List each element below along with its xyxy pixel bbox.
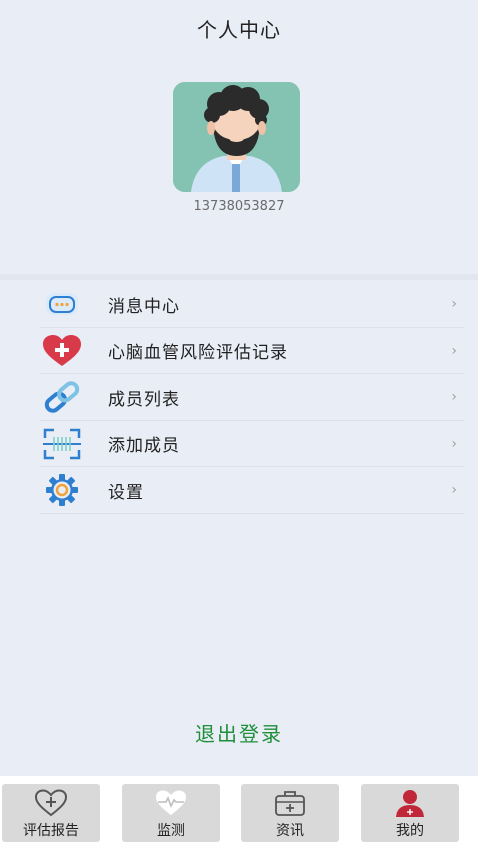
tab-assessment-report[interactable]: 评估报告: [2, 784, 100, 842]
logout-button[interactable]: 退出登录: [0, 718, 478, 747]
tab-mine[interactable]: 我的: [361, 784, 459, 842]
chevron-right-icon: ›: [451, 342, 457, 359]
chevron-right-icon: ›: [451, 389, 457, 406]
tab-label: 我的: [396, 823, 424, 839]
phone-number: 13738053827: [193, 199, 285, 214]
menu-item-risk-records[interactable]: 心脑血管风险评估记录 ›: [0, 328, 478, 375]
message-icon: [40, 287, 84, 321]
tab-monitoring[interactable]: 监测: [122, 784, 220, 842]
tab-news[interactable]: 资讯: [241, 784, 339, 842]
menu-item-settings[interactable]: 设置 ›: [0, 467, 478, 514]
avatar[interactable]: [173, 82, 300, 192]
chevron-right-icon: ›: [451, 296, 457, 313]
menu-item-label: 添加成员: [108, 436, 180, 457]
chevron-right-icon: ›: [451, 482, 457, 499]
top-header: 个人中心: [0, 0, 478, 56]
menu-item-label: 成员列表: [108, 389, 180, 410]
heartbeat-icon: [154, 788, 188, 818]
menu-divider: [0, 274, 478, 280]
menu-item-label: 消息中心: [108, 296, 180, 317]
link-icon: [40, 380, 84, 414]
medical-kit-icon: [273, 788, 307, 818]
menu-item-member-list[interactable]: 成员列表 ›: [0, 374, 478, 421]
chevron-right-icon: ›: [451, 435, 457, 452]
tab-label: 评估报告: [23, 823, 79, 839]
gear-icon: [40, 473, 84, 507]
user-icon: [393, 788, 427, 818]
page-title: 个人中心: [197, 17, 281, 42]
bottom-tab-bar: 评估报告 监测 资讯 我的: [0, 776, 478, 850]
menu-item-label: 设置: [108, 482, 144, 503]
settings-menu: 消息中心 › 心脑血管风险评估记录 › 成员列表 › 添加成员 › 设置 ›: [0, 281, 478, 514]
heart-plus-icon: [40, 334, 84, 368]
heart-plus-outline-icon: [34, 788, 68, 818]
menu-item-label: 心脑血管风险评估记录: [108, 343, 288, 364]
tab-label: 资讯: [276, 823, 304, 839]
tab-label: 监测: [157, 823, 185, 839]
scan-icon: [40, 427, 84, 461]
avatar-illustration: [173, 82, 300, 192]
menu-item-add-member[interactable]: 添加成员 ›: [0, 421, 478, 468]
menu-item-messages[interactable]: 消息中心 ›: [0, 281, 478, 328]
